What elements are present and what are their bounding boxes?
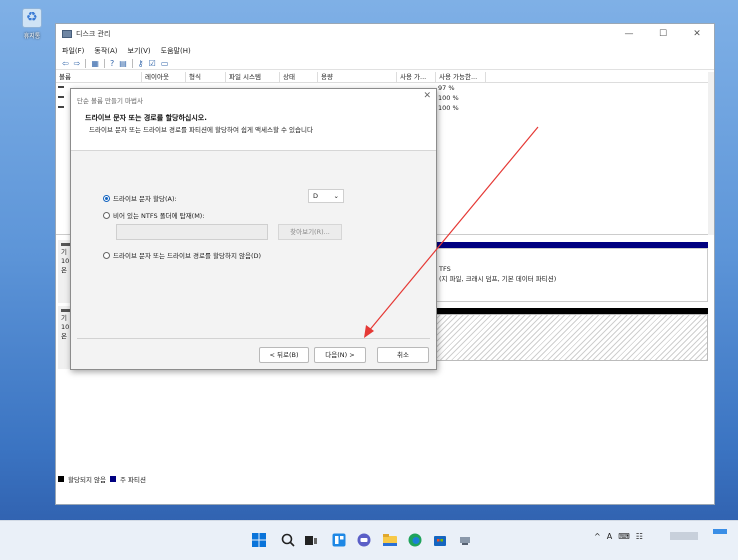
- recycle-bin-label: 휴지통: [23, 33, 41, 40]
- notification-icon[interactable]: [713, 529, 727, 534]
- system-tray: ^ A ⌨ ☷: [594, 532, 643, 541]
- radio-unselected-icon[interactable]: [103, 251, 110, 259]
- widgets-icon[interactable]: [331, 532, 347, 548]
- maximize-button[interactable]: ☐: [646, 29, 680, 39]
- window-title: 디스크 관리: [76, 30, 111, 38]
- wizard-header: 단순 볼륨 만들기 마법사 ✕ 드라이브 문자 또는 경로를 할당하십시오. 드…: [71, 89, 436, 151]
- wizard-close-icon[interactable]: ✕: [423, 91, 431, 101]
- cancel-button[interactable]: 취소: [377, 347, 429, 363]
- network-icon[interactable]: ☷: [636, 532, 643, 541]
- legend-primary: 주 파티션: [119, 476, 146, 484]
- close-button[interactable]: ✕: [680, 29, 714, 39]
- search-icon[interactable]: [280, 532, 296, 548]
- panel-icon[interactable]: ▭: [161, 59, 169, 69]
- checklist-icon[interactable]: ☑: [149, 59, 156, 69]
- minimize-button[interactable]: —: [612, 29, 646, 39]
- chat-icon[interactable]: [356, 532, 372, 548]
- percent-free-row-2: 100 %: [438, 94, 459, 102]
- chevron-down-icon: ⌄: [333, 192, 339, 200]
- radio-unselected-icon[interactable]: [103, 211, 110, 219]
- new-simple-volume-wizard: 단순 볼륨 만들기 마법사 ✕ 드라이브 문자 또는 경로를 할당하십시오. 드…: [70, 88, 437, 370]
- store-icon[interactable]: [432, 532, 448, 548]
- volume-list-scrollbar[interactable]: [708, 72, 714, 235]
- disk-management-icon: [62, 30, 72, 38]
- next-button[interactable]: 다음(N) >: [314, 347, 366, 363]
- toolbar: ⇦ ⇨ ▦ ? ▤ ⚷ ☑ ▭: [56, 58, 714, 70]
- assign-drive-letter-option[interactable]: 드라이브 문자 할당(A):: [103, 193, 177, 203]
- start-icon[interactable]: [251, 532, 267, 548]
- radio-selected-icon[interactable]: [103, 194, 110, 202]
- volume-row-icon: [58, 96, 64, 98]
- help-icon[interactable]: ?: [110, 59, 114, 69]
- toolbar-divider: [131, 59, 133, 68]
- keyboard-icon[interactable]: ⌨: [618, 532, 630, 541]
- properties-icon[interactable]: ▤: [119, 59, 127, 69]
- no-drive-letter-label: 드라이브 문자 또는 드라이브 경로를 할당하지 않음(D): [113, 252, 262, 260]
- menu-help[interactable]: 도움말(H): [161, 46, 191, 56]
- file-explorer-icon[interactable]: [382, 532, 398, 548]
- edge-icon[interactable]: [407, 532, 423, 548]
- legend-unallocated: 할당되지 않음: [68, 476, 106, 484]
- folder-path-input[interactable]: [116, 224, 268, 240]
- browse-button[interactable]: 찾아보기(R)...: [278, 224, 342, 240]
- no-drive-letter-option[interactable]: 드라이브 문자 또는 드라이브 경로를 할당하지 않음(D): [103, 250, 261, 260]
- menu-view[interactable]: 보기(V): [128, 46, 151, 56]
- show-hidden-icons-icon[interactable]: ^: [594, 532, 601, 541]
- key-icon[interactable]: ⚷: [138, 59, 144, 69]
- primary-partition[interactable]: TFS (지 파일, 크래시 덤프, 기본 데이터 파티션): [436, 248, 708, 302]
- menu-bar: 파일(F) 동작(A) 보기(V) 도움말(H): [56, 44, 714, 58]
- back-button[interactable]: < 뒤로(B): [259, 347, 309, 363]
- col-volume[interactable]: 볼륨: [56, 72, 142, 82]
- partition-filesystem: TFS: [439, 265, 451, 273]
- mount-folder-option[interactable]: 비어 있는 NTFS 폴더에 탑재(M):: [103, 210, 205, 220]
- wizard-subheading: 드라이브 문자 또는 드라이브 경로를 파티션에 할당하여 쉽게 액세스할 수 …: [89, 126, 313, 134]
- disk-icon: [61, 309, 70, 312]
- clock[interactable]: [670, 532, 698, 540]
- partition-description: (지 파일, 크래시 덤프, 기본 데이터 파티션): [439, 275, 557, 283]
- toolbar-divider: [85, 59, 87, 68]
- toolbar-divider: [103, 59, 105, 68]
- menu-file[interactable]: 파일(F): [62, 46, 84, 56]
- legend: 할당되지 않음 주 파티션: [58, 474, 146, 484]
- wizard-title: 단순 볼륨 만들기 마법사: [77, 97, 143, 105]
- volume-row-icon: [58, 106, 64, 108]
- col-type[interactable]: 형식: [186, 72, 226, 82]
- grid-view-icon[interactable]: ▦: [91, 59, 99, 69]
- disk-icon: [61, 243, 70, 246]
- col-percent-free[interactable]: 사용 가능한...: [436, 72, 486, 82]
- drive-letter-select[interactable]: D ⌄: [308, 189, 344, 203]
- taskbar: ^ A ⌨ ☷: [0, 520, 738, 560]
- unallocated-space[interactable]: [436, 314, 708, 361]
- drive-letter-value: D: [313, 192, 319, 200]
- back-arrow-icon[interactable]: ⇦: [62, 59, 69, 69]
- menu-action[interactable]: 동작(A): [94, 46, 117, 56]
- volume-table-header: 볼륨 레이아웃 형식 파일 시스템 상태 용량 사용 가... 사용 가능한..…: [56, 72, 714, 83]
- recycle-bin-glyph-icon: [22, 8, 42, 28]
- col-capacity[interactable]: 용량: [318, 72, 397, 82]
- input-language-indicator[interactable]: A: [607, 532, 612, 541]
- mount-folder-label: 비어 있는 NTFS 폴더에 탑재(M):: [113, 212, 205, 220]
- col-free[interactable]: 사용 가...: [397, 72, 436, 82]
- primary-swatch: [109, 476, 116, 482]
- unallocated-swatch: [58, 476, 64, 482]
- disk-management-taskbar-icon[interactable]: [457, 532, 473, 548]
- forward-arrow-icon[interactable]: ⇨: [74, 59, 81, 69]
- wizard-heading: 드라이브 문자 또는 경로를 할당하십시오.: [85, 114, 207, 122]
- title-bar: 디스크 관리 — ☐ ✕: [56, 24, 714, 44]
- recycle-bin-icon[interactable]: 휴지통: [14, 8, 50, 40]
- col-layout[interactable]: 레이아웃: [142, 72, 186, 82]
- assign-drive-letter-label: 드라이브 문자 할당(A):: [113, 195, 177, 203]
- col-filesystem[interactable]: 파일 시스템: [226, 72, 280, 82]
- volume-row-icon: [58, 86, 64, 88]
- col-status[interactable]: 상태: [280, 72, 318, 82]
- percent-free-row-1: 97 %: [438, 84, 455, 92]
- percent-free-row-3: 100 %: [438, 104, 459, 112]
- button-divider: [77, 338, 430, 339]
- task-view-icon[interactable]: [303, 532, 319, 548]
